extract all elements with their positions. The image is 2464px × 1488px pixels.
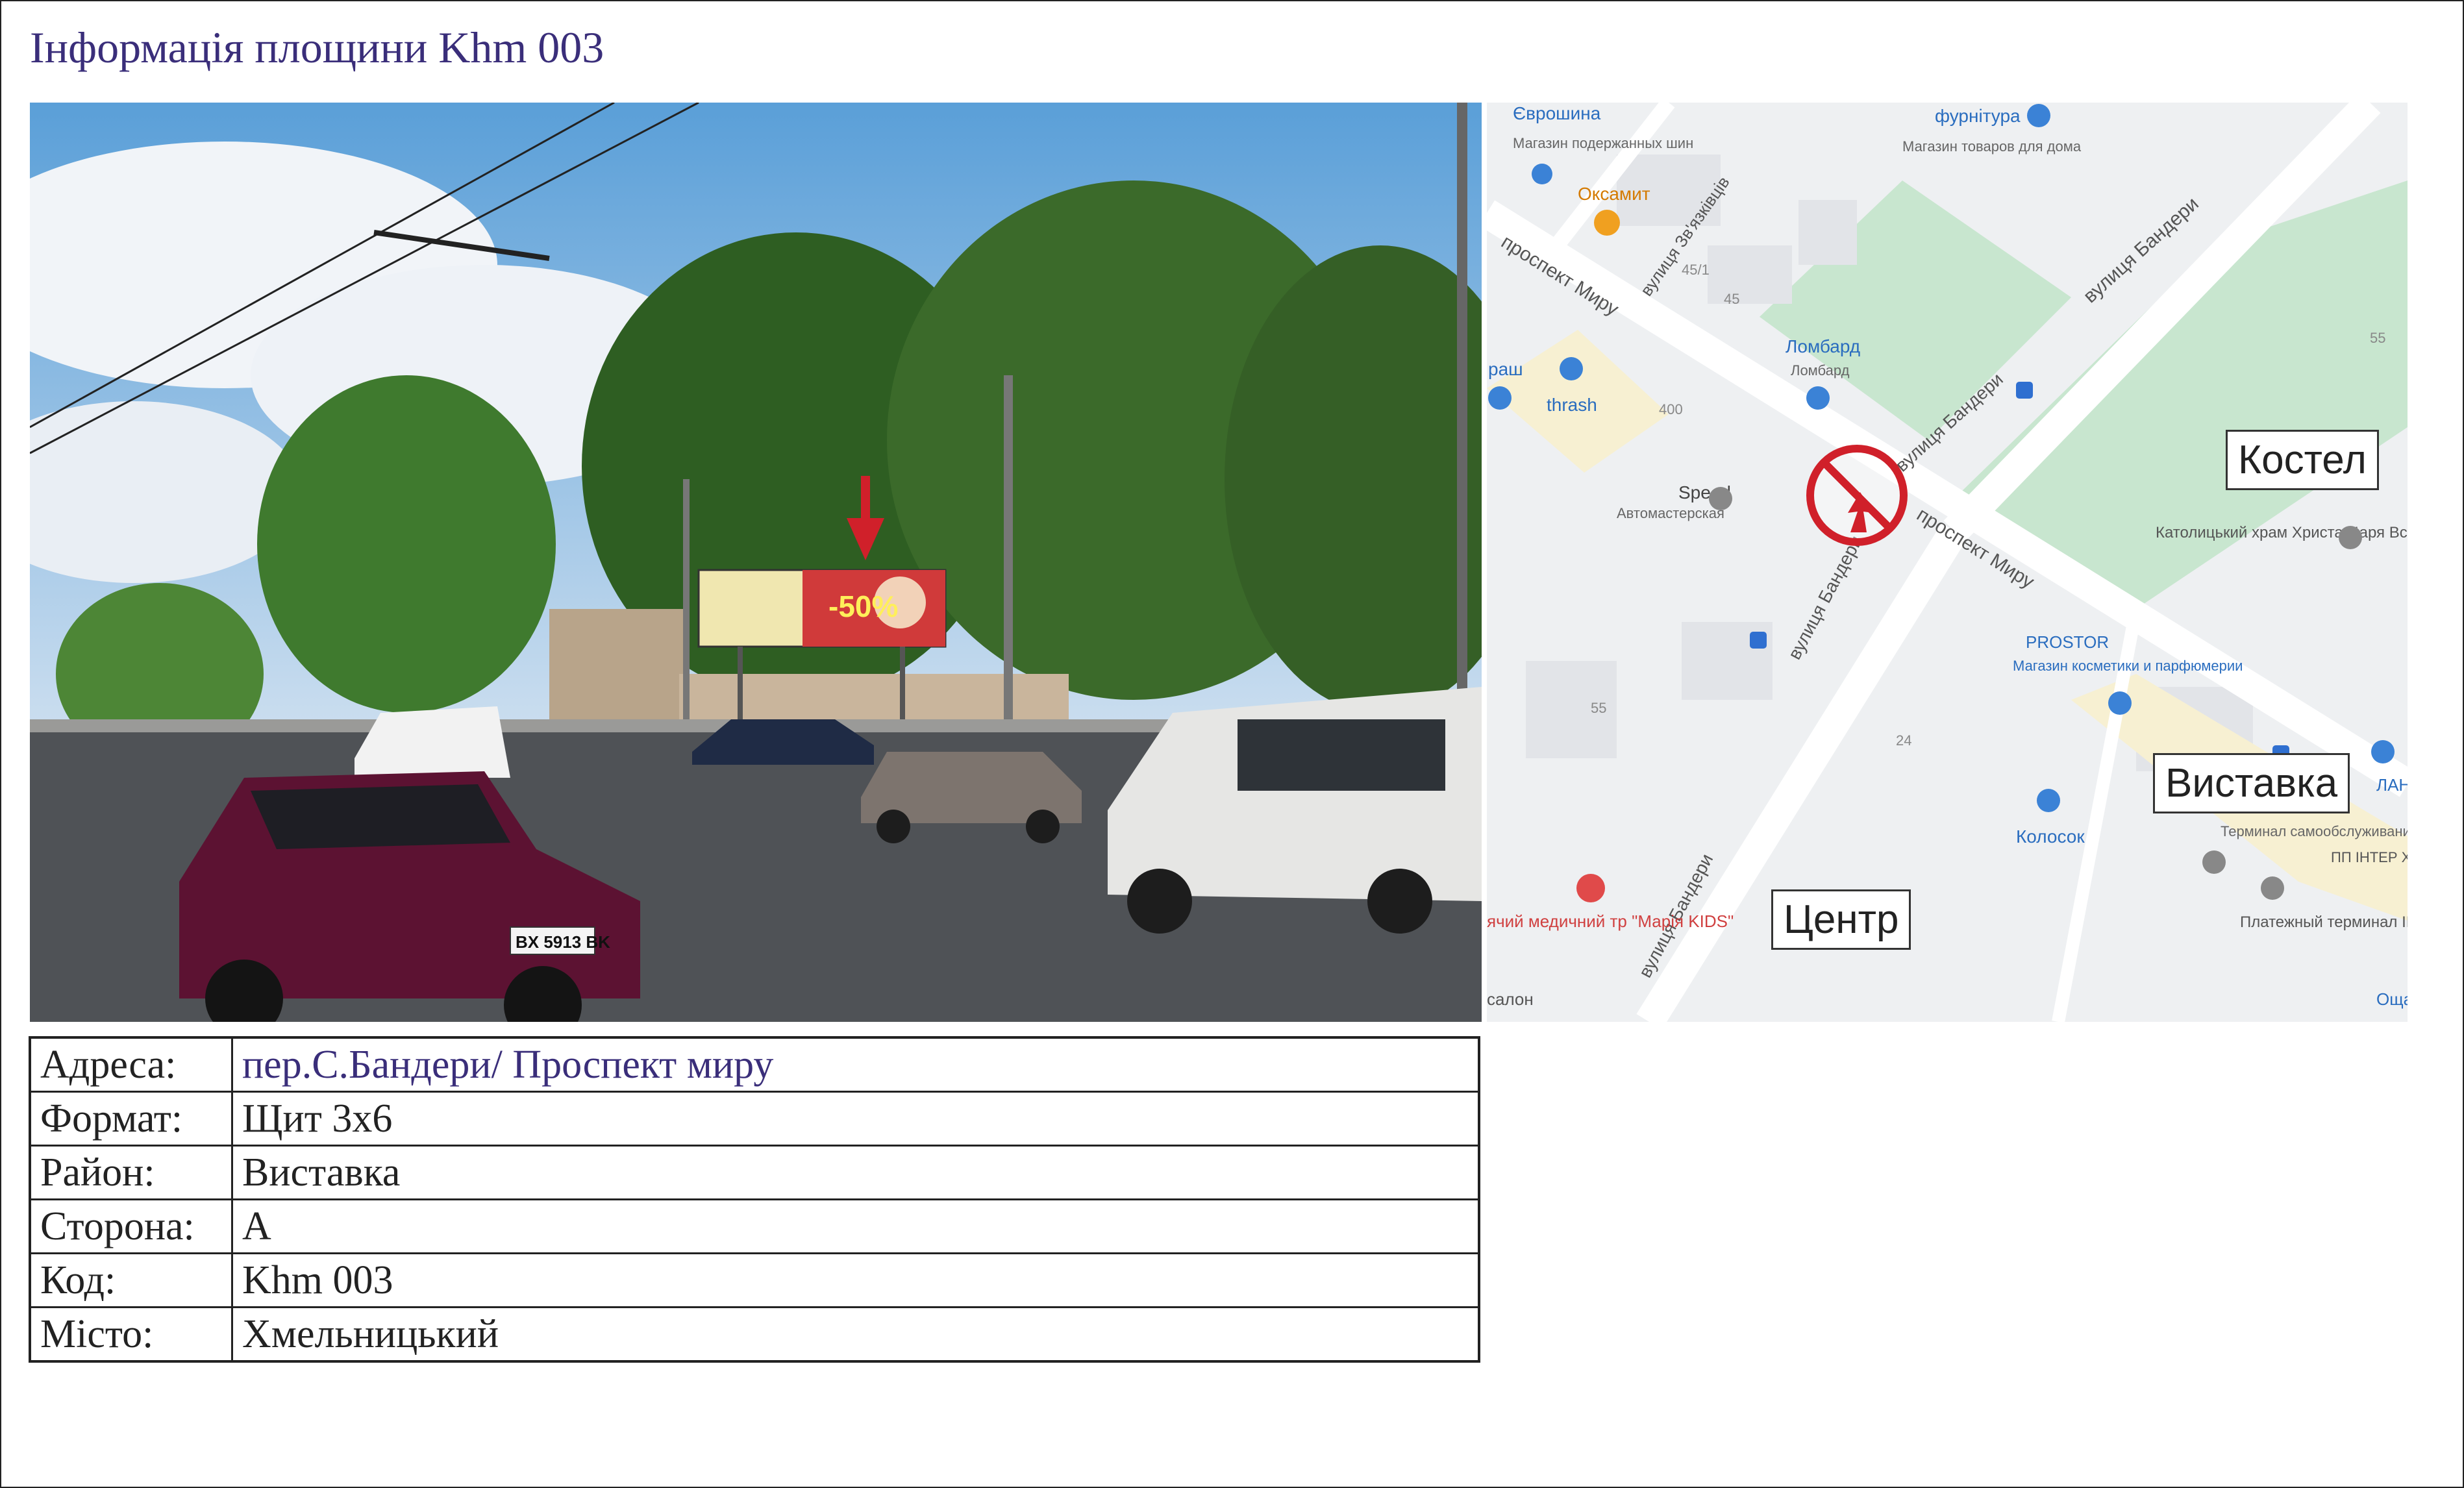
shop-icon (2037, 789, 2060, 812)
map-label-vystavka: Виставка (2153, 753, 2350, 814)
location-map: проспект Миру проспект Миру вулиця Банде… (1487, 103, 2408, 1022)
poi-label: Католицький храм Христа Царя Всесвіту (2156, 524, 2408, 541)
shop-icon (1560, 357, 1583, 380)
poi-label: раш (1488, 359, 1523, 379)
table-row: Код: Khm 003 (29, 1252, 1480, 1308)
poi-label: Ломбард (1786, 336, 1860, 356)
shop-icon (2027, 104, 2050, 127)
license-plate: BX 5913 BK (516, 932, 610, 952)
map-label-tsentr: Центр (1771, 889, 1911, 950)
shop-icon (2108, 691, 2132, 715)
code-value: Khm 003 (231, 1252, 1480, 1308)
pole (1004, 375, 1013, 739)
bus-stop-icon (1750, 632, 1767, 649)
building-number: 24 (1896, 732, 1911, 749)
pin-icon (2202, 850, 2226, 874)
poi-label: Колосок (2016, 826, 2085, 847)
table-row: Адреса: пер.С.Бандери/ Проспект миру (29, 1036, 1480, 1093)
shop-icon (1488, 386, 1512, 410)
address-value: пер.С.Бандери/ Проспект миру (231, 1036, 1480, 1093)
table-row: Місто: Хмельницький (29, 1306, 1480, 1363)
city-value: Хмельницький (231, 1306, 1480, 1363)
shop-icon (1806, 386, 1830, 410)
row-label: Адреса: (29, 1036, 233, 1093)
map-label-kostel: Костел (2226, 430, 2379, 491)
row-label: Район: (29, 1145, 233, 1200)
poi-label: Магазин косметики и парфюмерии (2013, 658, 2243, 674)
poi-label: Оксамит (1578, 184, 1650, 204)
poi-label: Автомастерская (1617, 505, 1724, 521)
poi-label: Магазин товаров для дома (1902, 138, 2082, 155)
poi-label: Платежный терминал IBOX (2240, 913, 2408, 931)
pole (1457, 103, 1467, 752)
building-number: 45 (1724, 291, 1739, 307)
billboard-photo: -50% BX 5913 BK (30, 103, 1482, 1022)
shop-icon (1532, 164, 1552, 184)
svg-text:-50%: -50% (828, 589, 898, 623)
table-row: Сторона: А (29, 1198, 1480, 1254)
format-value: Щит 3х6 (231, 1091, 1480, 1147)
tree (257, 375, 556, 713)
table-row: Формат: Щит 3х6 (29, 1091, 1480, 1147)
district-value: Виставка (231, 1145, 1480, 1200)
row-label: Формат: (29, 1091, 233, 1147)
building-number: 55 (2370, 330, 2385, 346)
poi-label: ячий медичний тр "Марія KIDS" (1487, 911, 1734, 931)
info-table: Адреса: пер.С.Бандери/ Проспект миру Фор… (29, 1036, 1480, 1363)
poi-label: ПП ІНТЕР ХМЕЛЬНИ (2331, 849, 2408, 865)
building-number: 45/1 (1682, 262, 1710, 278)
building-number: 400 (1659, 401, 1683, 417)
building-number: 55 (1591, 700, 1606, 716)
building (549, 609, 686, 726)
street-label: вулиця Бандери (1784, 532, 1866, 663)
poi-label: салон (1487, 989, 1534, 1009)
pin-icon (2339, 526, 2362, 549)
poi-label: ЛАН (2376, 775, 2408, 795)
row-label: Сторона: (29, 1198, 233, 1254)
poi-label: thrash (1547, 395, 1597, 415)
pin-icon (2261, 876, 2284, 900)
poi-label: Терминал самообслуживания (2221, 823, 2408, 839)
row-label: Код: (29, 1252, 233, 1308)
poi-label: Ломбард (1791, 362, 1850, 378)
page-title: Інформація площини Khm 003 (30, 23, 604, 72)
block (1708, 245, 1792, 304)
bus-stop-icon (2016, 382, 2033, 399)
pole (683, 479, 690, 739)
street-photo-illustration: -50% BX 5913 BK (30, 103, 1482, 1022)
location-marker (1806, 445, 1908, 546)
poi-label: Єврошина (1513, 103, 1601, 123)
shop-icon (2371, 740, 2395, 763)
poi-label: PROSTOR (2026, 632, 2109, 652)
poi-label: Магазин подержанных шин (1513, 135, 1693, 151)
table-row: Район: Виставка (29, 1145, 1480, 1200)
hospital-icon (1576, 874, 1605, 902)
poi-label: Оща (2376, 989, 2408, 1009)
side-value: А (231, 1198, 1480, 1254)
pin-icon (1709, 487, 1732, 510)
map-illustration: проспект Миру проспект Миру вулиця Банде… (1487, 103, 2408, 1022)
food-icon (1594, 210, 1620, 236)
poi-label: фурнітура (1935, 106, 2021, 126)
block (1798, 200, 1857, 265)
row-label: Місто: (29, 1306, 233, 1363)
